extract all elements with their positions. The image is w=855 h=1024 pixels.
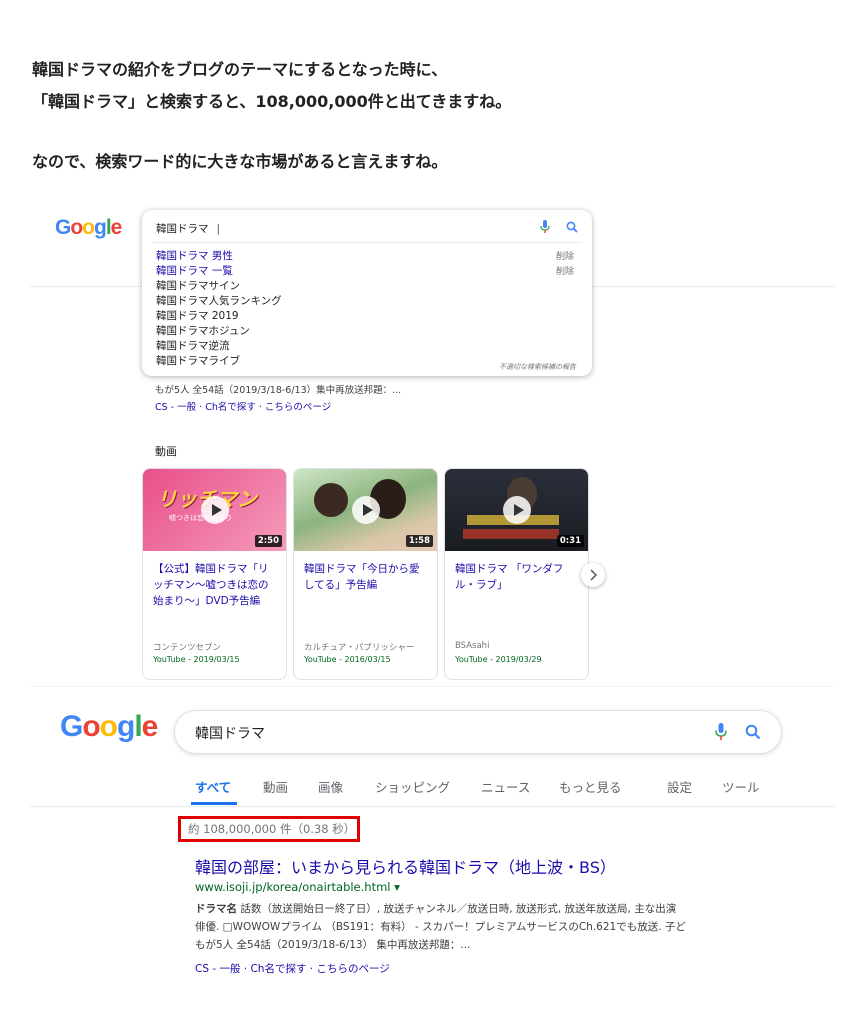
suggestion-item[interactable]: 韓国ドラマサイン xyxy=(156,278,240,293)
videos-heading: 動画 xyxy=(155,445,177,458)
sitelinks-top[interactable]: CS - 一般 · Ch名で探す · こちらのページ xyxy=(155,399,331,413)
result-snippet: ドラマ名 話数（放送開始日ー終了日）, 放送チャンネル／放送日時, 放送形式, … xyxy=(195,900,686,954)
google-logo-bottom[interactable]: Google xyxy=(60,710,158,744)
suggestion-item[interactable]: 韓国ドラマ 男性 xyxy=(156,248,233,263)
search-box-bottom[interactable]: 韓国ドラマ xyxy=(174,710,782,754)
intro-line-3: なので、検索ワード的に大きな市場があると言えますね。 xyxy=(32,152,448,171)
video-thumbnail[interactable]: 0:31 xyxy=(445,469,588,551)
result-count: 約 108,000,000 件（0.38 秒） xyxy=(188,822,356,836)
video-card[interactable]: 0:31 韓国ドラマ 「ワンダフル・ラブ」 BSAsahi YouTube - … xyxy=(444,468,589,680)
video-card[interactable]: 1:58 韓国ドラマ「今日から愛してる」予告編 カルチュア・パブリッシャー Yo… xyxy=(293,468,438,680)
report-suggestions-link[interactable]: 不適切な検索候補の報告 xyxy=(499,362,576,372)
search-icon[interactable] xyxy=(566,221,578,233)
video-publisher: カルチュア・パブリッシャー xyxy=(304,643,415,653)
tab-news[interactable]: ニュース xyxy=(481,777,530,796)
microphone-icon[interactable] xyxy=(540,220,550,234)
play-icon[interactable] xyxy=(200,496,229,524)
google-logo-top[interactable]: Google xyxy=(55,216,122,240)
video-source: YouTube - 2019/03/15 xyxy=(153,655,240,664)
play-icon[interactable] xyxy=(502,496,531,524)
play-icon[interactable] xyxy=(351,496,380,524)
tab-videos[interactable]: 動画 xyxy=(263,777,288,796)
video-title[interactable]: 韓国ドラマ「今日から愛してる」予告編 xyxy=(304,561,428,593)
delete-suggestion-link[interactable]: 削除 xyxy=(556,264,574,277)
snippet-line: もが5人 全54話（2019/3/18-6/13） 集中再放送邦題：... xyxy=(195,939,471,951)
suggestion-item[interactable]: 韓国ドラマ 2019 xyxy=(156,308,239,323)
chevron-right-icon xyxy=(590,569,598,581)
video-publisher: BSAsahi xyxy=(455,641,490,651)
search-input-bottom[interactable]: 韓国ドラマ xyxy=(195,723,265,743)
intro-line-1: 韓国ドラマの紹介をブログのテーマにするとなった時に、 xyxy=(32,60,448,79)
suggestion-item[interactable]: 韓国ドラマホジュン xyxy=(156,323,250,338)
carousel-next-button[interactable] xyxy=(581,563,605,587)
tab-more[interactable]: もっと見る xyxy=(559,777,622,796)
video-title[interactable]: 韓国ドラマ 「ワンダフル・ラブ」 xyxy=(455,561,579,593)
delete-suggestion-link[interactable]: 削除 xyxy=(556,249,574,262)
video-source: YouTube - 2019/03/29 xyxy=(455,655,542,664)
snippet-line-top: もが5人 全54話（2019/3/18-6/13）集中再放送邦題：... xyxy=(155,385,402,396)
video-publisher: コンテンツセブン xyxy=(153,643,222,653)
tab-all[interactable]: すべて xyxy=(195,777,231,796)
video-duration: 2:50 xyxy=(254,535,282,547)
search-box-with-suggestions[interactable]: 韓国ドラマ | 韓国ドラマ 男性 削除 韓国ドラマ 一覧 削除 韓国ドラマサイン … xyxy=(142,210,592,376)
tab-tools[interactable]: ツール xyxy=(722,777,760,796)
suggestion-item[interactable]: 韓国ドラマ人気ランキング xyxy=(156,293,282,308)
search-icon[interactable] xyxy=(745,724,761,740)
video-thumbnail[interactable]: リッチマン 嘘つきは恋の始まり 2:50 xyxy=(143,469,286,551)
video-title[interactable]: 【公式】韓国ドラマ「リッチマン〜嘘つきは恋の始まり〜」DVD予告編 xyxy=(153,561,277,609)
suggestion-divider xyxy=(152,242,582,243)
video-card[interactable]: リッチマン 嘘つきは恋の始まり 2:50 【公式】韓国ドラマ「リッチマン〜嘘つき… xyxy=(142,468,287,680)
tab-shopping[interactable]: ショッピング xyxy=(375,777,450,796)
video-duration: 1:58 xyxy=(405,535,433,547)
result-url[interactable]: www.isoji.jp/korea/onairtable.html ▾ xyxy=(195,880,400,894)
search-input-top[interactable]: 韓国ドラマ | xyxy=(156,221,220,236)
suggestion-item[interactable]: 韓国ドラマライブ xyxy=(156,353,240,368)
microphone-icon[interactable] xyxy=(715,723,727,741)
intro-line-2: 「韓国ドラマ」と検索すると、108,000,000件と出てきますね。 xyxy=(32,92,512,111)
result-title-link[interactable]: 韓国の部屋：いまから見られる韓国ドラマ（地上波・BS） xyxy=(195,854,616,878)
video-thumbnail[interactable]: 1:58 xyxy=(294,469,437,551)
video-duration: 0:31 xyxy=(556,535,584,547)
tab-settings[interactable]: 設定 xyxy=(667,777,692,796)
video-source: YouTube - 2016/03/15 xyxy=(304,655,391,664)
tabs-divider xyxy=(30,806,835,807)
section-divider xyxy=(30,686,835,687)
snippet-line: 俳優. □WOWOWプライム （BS191：有料） - スカパー！プレミアムサー… xyxy=(195,921,686,933)
suggestion-item[interactable]: 韓国ドラマ 一覧 xyxy=(156,263,233,278)
snippet-line: ドラマ名 話数（放送開始日ー終了日）, 放送チャンネル／放送日時, 放送形式, … xyxy=(195,903,677,915)
tab-images[interactable]: 画像 xyxy=(318,777,343,796)
sitelinks-bottom[interactable]: CS - 一般 · Ch名で探す · こちらのページ xyxy=(195,961,390,976)
suggestion-item[interactable]: 韓国ドラマ逆流 xyxy=(156,338,230,353)
active-tab-indicator xyxy=(191,802,237,805)
